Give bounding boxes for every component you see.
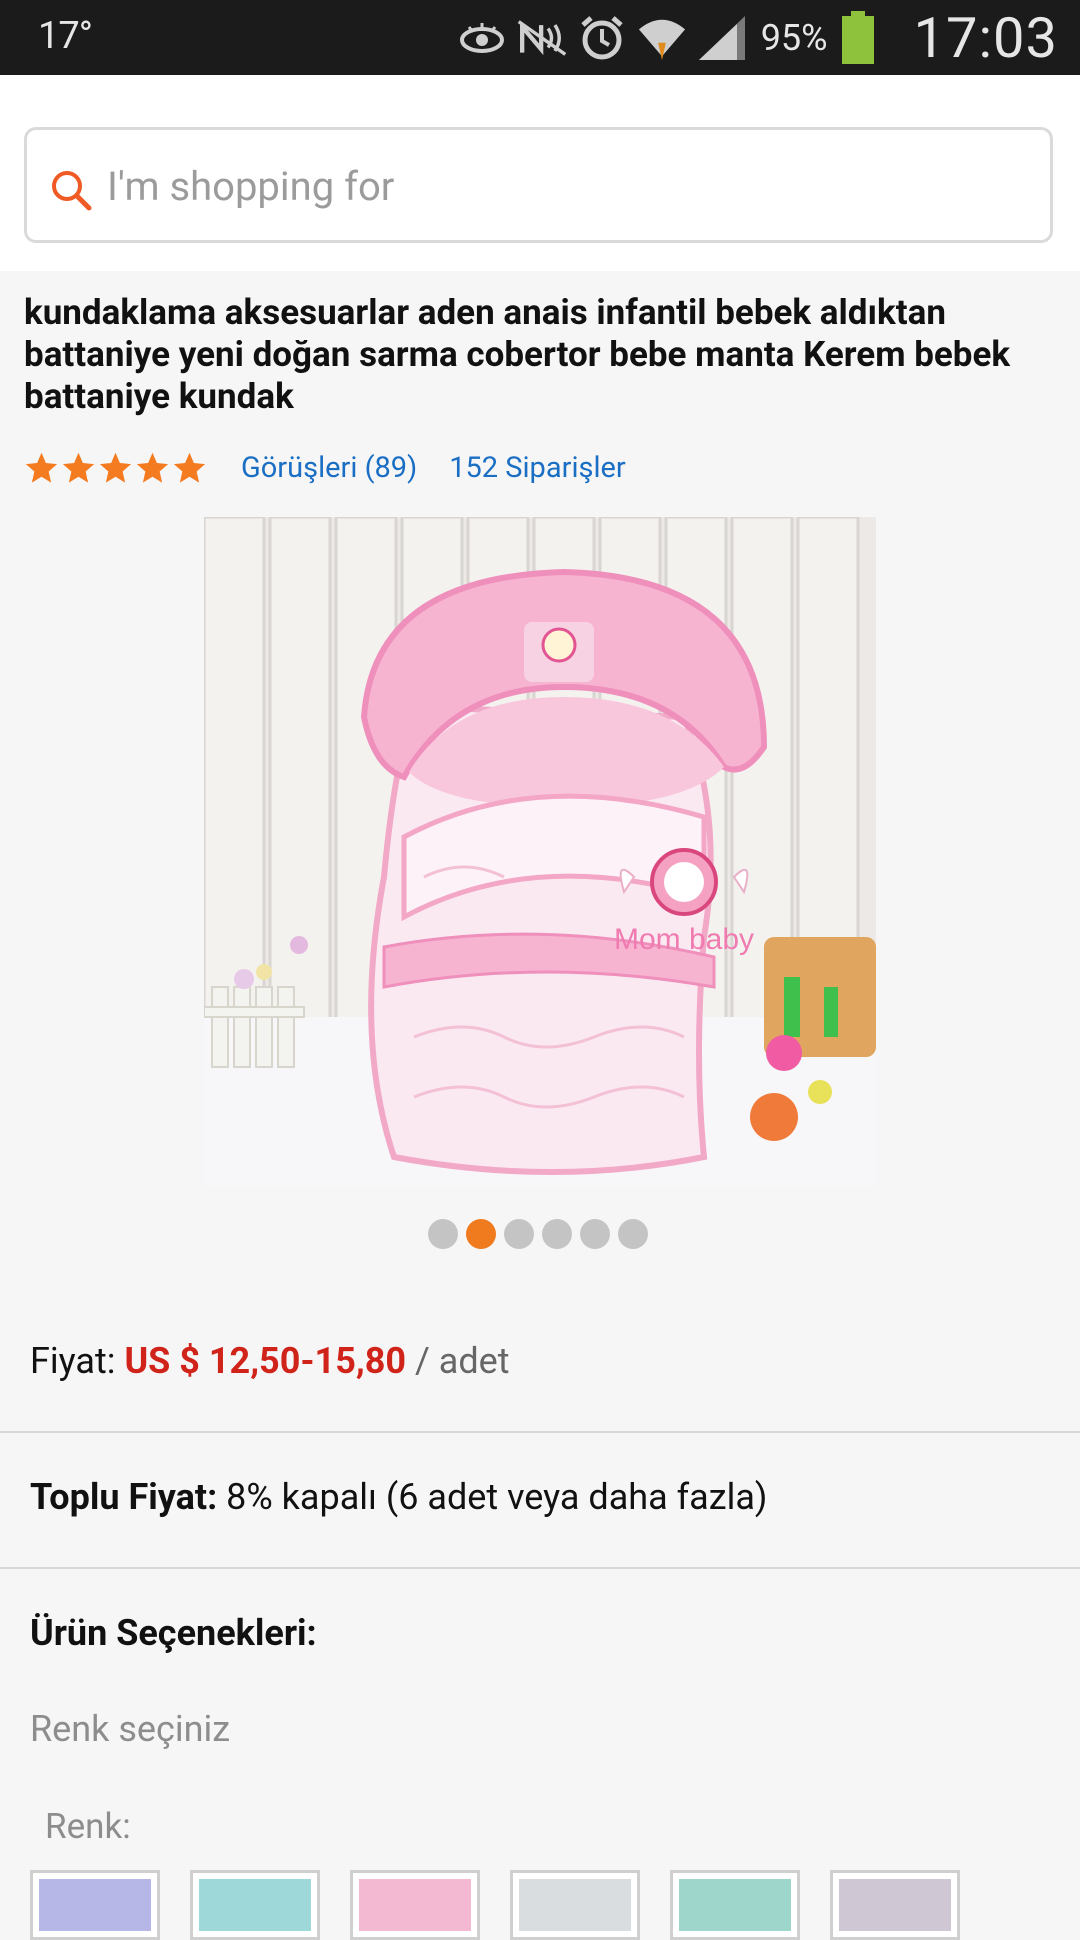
gallery-dot-active[interactable]: [466, 1219, 496, 1249]
star-rating: [24, 450, 207, 486]
signal-icon: [697, 13, 747, 63]
divider: [0, 1567, 1080, 1569]
color-swatch[interactable]: [830, 1870, 960, 1940]
color-prompt: Renk seçiniz: [30, 1708, 231, 1750]
price-value: US $ 12,50-15,80: [124, 1340, 407, 1382]
gallery-dot[interactable]: [504, 1219, 534, 1249]
gallery-dot[interactable]: [428, 1219, 458, 1249]
price-unit: / adet: [406, 1340, 510, 1382]
color-swatch[interactable]: [670, 1870, 800, 1940]
color-swatch[interactable]: [350, 1870, 480, 1940]
color-swatch[interactable]: [190, 1870, 320, 1940]
rating-row: Görüşleri (89) 152 Siparişler: [24, 446, 626, 490]
star-icon: [173, 452, 206, 483]
star-icon: [136, 452, 169, 483]
battery-icon: [838, 11, 878, 64]
price-row: Fiyat: US $ 12,50-15,80 / adet: [30, 1340, 510, 1382]
status-icons: 95% 17:03: [457, 5, 1058, 71]
nfc-icon: [517, 13, 567, 63]
alarm-icon: [577, 13, 627, 63]
gallery-dot[interactable]: [542, 1219, 572, 1249]
divider: [0, 1431, 1080, 1433]
product-image-watermark: Mom baby: [614, 923, 754, 956]
temperature: 17°: [38, 14, 93, 58]
search-icon[interactable]: [49, 168, 93, 212]
wifi-icon: [637, 13, 687, 63]
color-swatch[interactable]: [30, 1870, 160, 1940]
eye-icon: [457, 13, 507, 63]
clock: 17:03: [913, 5, 1058, 71]
product-options-title: Ürün Seçenekleri:: [30, 1612, 317, 1654]
star-icon: [99, 452, 132, 483]
reviews-link[interactable]: Görüşleri (89): [241, 451, 417, 485]
bulk-price-label: Toplu Fiyat:: [30, 1476, 218, 1518]
color-swatch[interactable]: [510, 1870, 640, 1940]
orders-link[interactable]: 152 Siparişler: [449, 451, 626, 485]
bulk-price-row: Toplu Fiyat: 8% kapalı (6 adet veya daha…: [30, 1476, 767, 1518]
product-title: kundaklama aksesuarlar aden anais infant…: [24, 292, 1011, 417]
star-icon: [25, 452, 58, 483]
search-input[interactable]: [105, 150, 1009, 222]
price-label: Fiyat:: [30, 1340, 116, 1382]
status-bar: 17° 95% 17:03: [0, 0, 1080, 75]
color-label: Renk:: [45, 1806, 131, 1847]
battery-percent: 95%: [760, 17, 828, 59]
gallery-dot[interactable]: [618, 1219, 648, 1249]
gallery-pagination: [428, 1219, 648, 1249]
search-box[interactable]: [24, 127, 1053, 243]
bulk-price-value: 8% kapalı (6 adet veya daha fazla): [217, 1476, 768, 1518]
search-header: [0, 75, 1080, 271]
star-icon: [62, 452, 95, 483]
gallery-dot[interactable]: [580, 1219, 610, 1249]
product-image[interactable]: Mom baby: [204, 517, 876, 1187]
color-swatches: [30, 1870, 960, 1940]
